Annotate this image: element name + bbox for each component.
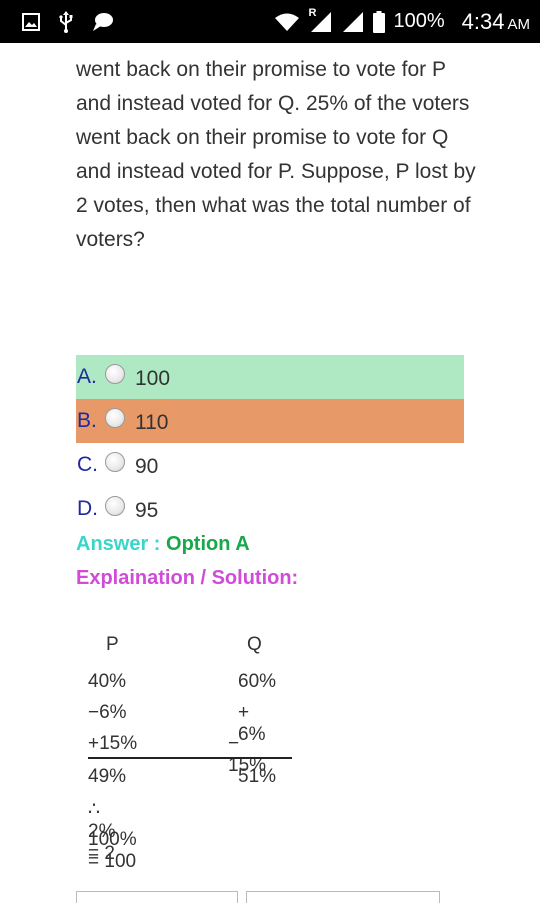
option-letter: C. xyxy=(77,453,98,476)
clock: 4:34 AM xyxy=(462,9,530,35)
solution-header-q: Q xyxy=(247,634,262,655)
option-letter: B. xyxy=(77,409,97,432)
radio-button-b[interactable] xyxy=(105,408,125,428)
solution-total-q: 51% xyxy=(238,766,277,787)
clock-time: 4:34 xyxy=(461,8,505,34)
solution-cell: +15% xyxy=(88,733,138,754)
option-c[interactable]: C. 90 xyxy=(76,443,464,487)
gallery-icon xyxy=(22,12,40,31)
solution-header-p: P xyxy=(106,634,119,655)
options-list: A. 100 B. 110 C. 90 D. 95 xyxy=(76,355,464,531)
option-a[interactable]: A. 100 xyxy=(76,355,464,399)
battery-percent: 100% xyxy=(393,10,445,32)
option-text: 100 xyxy=(135,366,171,390)
wifi-icon xyxy=(274,12,300,32)
option-letter: A. xyxy=(77,365,97,388)
option-letter: D. xyxy=(77,497,98,520)
option-text: 90 xyxy=(135,454,159,478)
battery-icon xyxy=(372,10,385,33)
clock-ampm: AM xyxy=(507,15,531,33)
solution-total-p: 49% xyxy=(88,766,127,787)
signal-r-icon: R xyxy=(309,7,333,33)
bottom-button-bar xyxy=(0,891,540,903)
chat-icon xyxy=(92,12,114,32)
status-bar: R 100% 4:34 AM xyxy=(0,0,540,43)
bottom-button-right[interactable] xyxy=(246,891,440,903)
answer-line: Answer : Option A xyxy=(76,533,250,556)
solution-cell: 60% xyxy=(238,671,277,692)
usb-icon xyxy=(58,10,74,33)
radio-button-a[interactable] xyxy=(105,364,125,384)
solution-step: 100% = 100 xyxy=(88,829,137,872)
sum-divider xyxy=(88,757,292,759)
option-b[interactable]: B. 110 xyxy=(76,399,464,443)
radio-button-c[interactable] xyxy=(105,452,125,472)
solution-cell: −6% xyxy=(88,702,127,723)
answer-label: Answer : xyxy=(76,533,167,555)
answer-value: Option A xyxy=(166,533,250,555)
question-text: went back on their promise to vote for P… xyxy=(76,58,476,251)
roaming-marker: R xyxy=(308,6,317,19)
solution-cell: 40% xyxy=(88,671,127,692)
option-d[interactable]: D. 95 xyxy=(76,487,464,531)
bottom-button-left[interactable] xyxy=(76,891,238,903)
radio-button-d[interactable] xyxy=(105,496,125,516)
option-text: 110 xyxy=(135,410,169,434)
explanation-title: Explaination / Solution: xyxy=(76,567,299,589)
signal-icon xyxy=(342,11,364,33)
option-text: 95 xyxy=(135,498,159,522)
